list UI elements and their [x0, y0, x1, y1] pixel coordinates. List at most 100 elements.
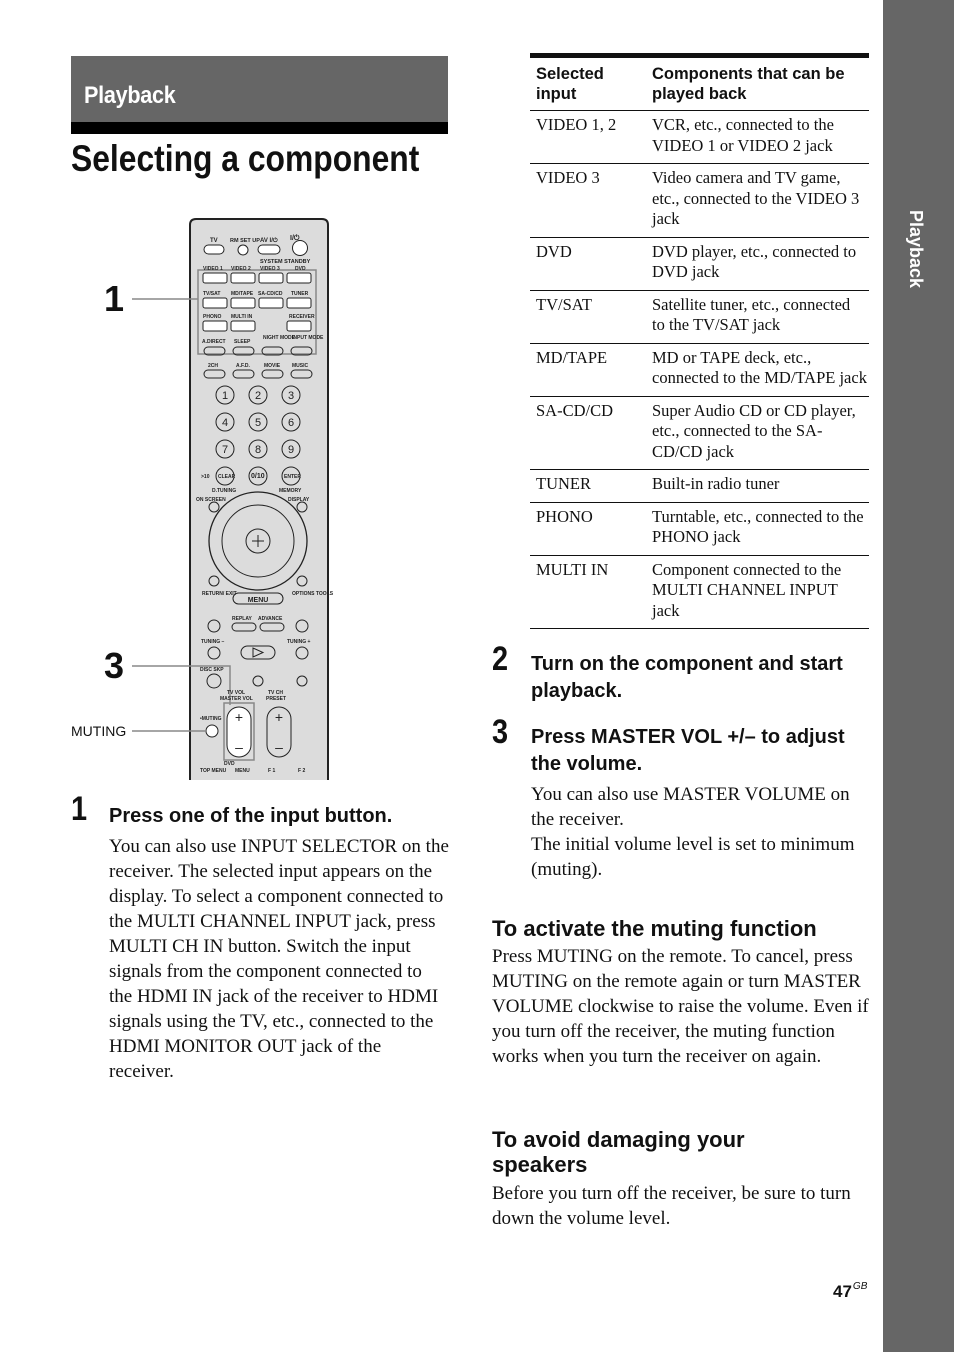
svg-text:D.TUNING: D.TUNING — [212, 488, 236, 494]
callout-step-3: 3 — [104, 645, 125, 686]
svg-text:4: 4 — [222, 417, 228, 429]
svg-text:VIDEO 3: VIDEO 3 — [260, 266, 280, 272]
table-row: VIDEO 1, 2 VCR, etc., connected to the VI… — [530, 111, 869, 164]
svg-text:MENU: MENU — [235, 768, 250, 774]
svg-text:DVD: DVD — [224, 761, 235, 767]
remote-control-drawing: TV RM SET UP AV I/⏻ I/⏻ SYSTEM STANDBY V… — [132, 218, 334, 780]
svg-text:–: – — [235, 739, 243, 755]
side-tab: Playback — [883, 0, 954, 1352]
table-row: DVD DVD player, etc., connected to DVD ja… — [530, 237, 869, 290]
table-cell-input: VIDEO 3 — [536, 168, 600, 187]
svg-text:–: – — [275, 739, 283, 755]
table-cell-input: VIDEO 1, 2 — [536, 115, 617, 134]
side-tab-label: Playback — [906, 210, 926, 289]
muting-body: Press MUTING on the remote. To cancel, p… — [492, 946, 869, 1067]
table-cell-description: MD or TAPE deck, etc., connected to the … — [652, 347, 867, 388]
svg-text:A.DIRECT: A.DIRECT — [202, 339, 226, 345]
table-row: PHONO Turntable, etc., connected to the P… — [530, 502, 869, 555]
svg-text:VIDEO 1: VIDEO 1 — [203, 266, 223, 272]
remote-illustration: TV RM SET UP AV I/⏻ I/⏻ SYSTEM STANDBY V… — [60, 215, 340, 780]
svg-text:MASTER VOL: MASTER VOL — [220, 696, 253, 702]
step-1-number: 1 — [71, 790, 88, 828]
remote-label-rmsetup: RM SET UP — [230, 238, 260, 244]
svg-text:>10: >10 — [201, 474, 210, 480]
table-header-input: Selected input — [536, 65, 604, 103]
callout-muting: MUTING — [71, 723, 127, 739]
table-cell-description: Satellite tuner, etc., connected to the … — [652, 294, 851, 335]
svg-text:RECEIVER: RECEIVER — [289, 314, 315, 320]
table-cell-input: DVD — [536, 241, 572, 261]
remote-tv-button — [203, 244, 225, 255]
table-cell-input: MULTI IN — [536, 559, 609, 579]
table-cell-input: TV/SAT — [536, 294, 592, 314]
svg-text:CLEAR: CLEAR — [218, 474, 236, 480]
svg-text:7: 7 — [222, 444, 228, 456]
svg-text:MULTI IN: MULTI IN — [231, 314, 253, 320]
table-row: TV/SAT Satellite tuner, etc., connected t… — [530, 290, 869, 343]
svg-text:9: 9 — [288, 444, 294, 456]
table-cell-description: Super Audio CD or CD player, etc., conne… — [652, 400, 856, 461]
svg-text:2: 2 — [255, 390, 261, 402]
step-3-title: Press MASTER VOL +/– to adjust the volum… — [531, 726, 845, 775]
remote-rmsetup-button — [237, 244, 249, 256]
table-cell-input: SA-CD/CD — [536, 400, 614, 420]
table-row: MULTI IN Component connected to the MULTI… — [530, 555, 869, 629]
svg-text:8: 8 — [255, 444, 261, 456]
svg-text:3: 3 — [288, 390, 294, 402]
remote-power-button — [292, 240, 308, 256]
svg-text:ON SCREEN: ON SCREEN — [196, 497, 226, 503]
table-cell-description: Built-in radio tuner — [652, 474, 780, 493]
svg-text:SA-CD/CD: SA-CD/CD — [258, 291, 283, 297]
remote-av-button — [257, 244, 281, 255]
svg-text:6: 6 — [288, 417, 294, 429]
table-header-components: Components that can be played back — [652, 65, 845, 103]
svg-text:PHONO: PHONO — [203, 314, 221, 320]
table-cell-description: DVD player, etc., connected to DVD jack — [652, 241, 857, 282]
svg-text:MENU: MENU — [248, 597, 269, 604]
svg-text:MOVIE: MOVIE — [264, 363, 281, 369]
page-number: 47GB — [833, 1281, 867, 1302]
table-cell-input: MD/TAPE — [536, 347, 608, 367]
page-title: Selecting a component — [71, 138, 420, 179]
svg-text:DVD: DVD — [295, 266, 306, 272]
table-cell-description: VCR, etc., connected to the VIDEO 1 or V… — [652, 115, 834, 155]
svg-text:TV/SAT: TV/SAT — [203, 291, 220, 297]
svg-text:MUSIC: MUSIC — [292, 363, 309, 369]
step-3-body-line: The initial volume level is set to minim… — [531, 834, 855, 880]
svg-text:TUNING +: TUNING + — [287, 639, 311, 645]
speakers-heading: To avoid damaging your speakers — [492, 1127, 745, 1177]
muting-heading: To activate the muting function — [492, 916, 817, 941]
step-2-title: Turn on the component and start playback… — [531, 653, 843, 702]
remote-label-standby: SYSTEM STANDBY — [260, 259, 311, 265]
step-2-number: 2 — [492, 640, 509, 678]
table-cell-input: TUNER — [536, 474, 591, 493]
svg-text:SLEEP: SLEEP — [234, 339, 251, 345]
svg-text:+: + — [275, 709, 283, 725]
table-row: MD/TAPE MD or TAPE deck, etc., connected … — [530, 343, 869, 396]
table-row: VIDEO 3 Video camera and TV game, etc., c… — [530, 164, 869, 237]
table-header-row: Selected input Components that can be pl… — [530, 55, 869, 111]
table-row: SA-CD/CD Super Audio CD or CD player, etc… — [530, 396, 869, 470]
section-title: Playback — [84, 82, 176, 109]
svg-text:NIGHT MODE: NIGHT MODE — [263, 335, 296, 341]
svg-text:DISPLAY: DISPLAY — [288, 497, 310, 503]
components-table: Selected input Components that can be pl… — [530, 53, 869, 629]
svg-text:TUNING –: TUNING – — [201, 639, 225, 645]
svg-text:ADVANCE: ADVANCE — [258, 616, 283, 622]
svg-text:MD/TAPE: MD/TAPE — [231, 291, 254, 297]
callout-step-1: 1 — [104, 278, 125, 319]
svg-text:TOP MENU: TOP MENU — [200, 768, 227, 774]
step-1-title: Press one of the input button. — [109, 805, 393, 827]
svg-text:OPTIONS TOOLS: OPTIONS TOOLS — [292, 591, 334, 597]
remote-label-av: AV I/⏻ — [260, 237, 278, 244]
svg-text:A.F.D.: A.F.D. — [236, 363, 251, 369]
svg-text:VIDEO 2: VIDEO 2 — [231, 266, 251, 272]
banner-rule — [71, 122, 448, 134]
table-cell-description: Turntable, etc., connected to the PHONO … — [652, 506, 864, 547]
step-3-body-line: You can also use MASTER VOLUME on the re… — [531, 784, 850, 830]
svg-text:2CH: 2CH — [208, 363, 218, 369]
remote-label-tv: TV — [210, 238, 218, 244]
svg-text:REPLAY: REPLAY — [232, 616, 252, 622]
table-cell-description: Component connected to the MULTI CHANNEL… — [652, 559, 842, 620]
svg-text:DISC SKP: DISC SKP — [200, 667, 224, 673]
